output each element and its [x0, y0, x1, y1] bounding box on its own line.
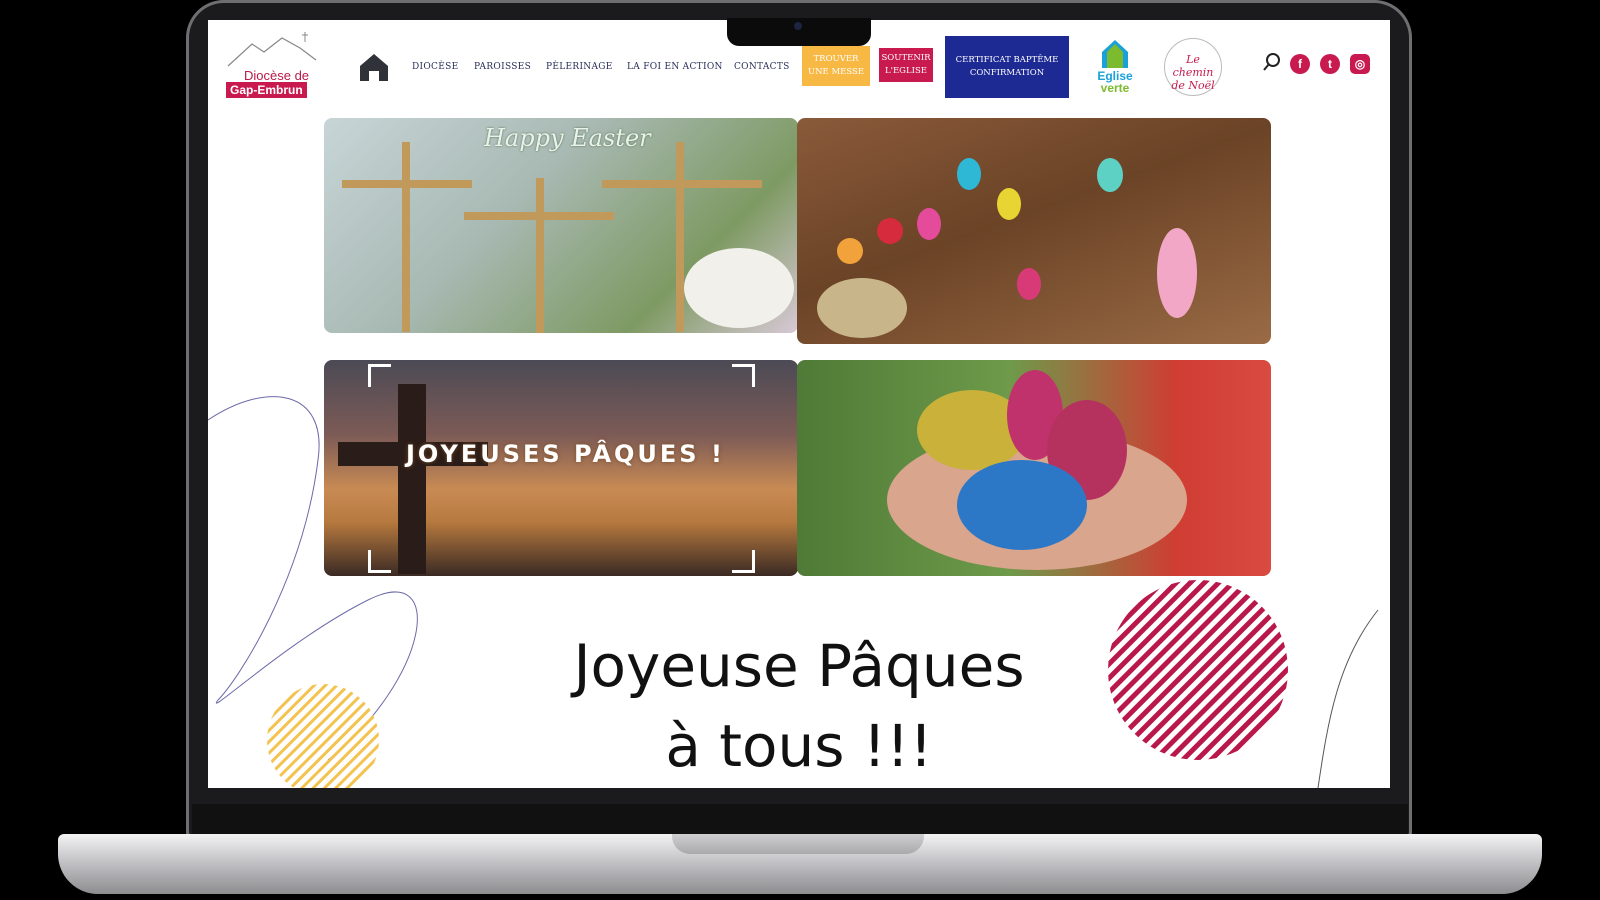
mountain-logo-icon — [227, 32, 317, 67]
chocolate-eggs-image[interactable] — [797, 360, 1271, 576]
logo-line1: Diocèse de — [244, 68, 310, 83]
search-icon[interactable] — [1262, 52, 1282, 72]
church-logo-icon — [1102, 40, 1128, 68]
eglise-verte-logo[interactable]: Eglise verte — [1090, 38, 1140, 98]
logo-line2: Gap-Embrun — [226, 82, 307, 98]
home-icon[interactable] — [358, 52, 390, 82]
verte-text: verte — [1100, 81, 1130, 95]
happy-easter-text: Happy Easter — [484, 124, 651, 152]
certificate-button[interactable]: CERTIFICAT BAPTÊME CONFIRMATION — [945, 36, 1069, 98]
instagram-icon[interactable]: ◎ — [1350, 54, 1370, 74]
nav-diocese[interactable]: DIOCÈSE — [412, 62, 458, 72]
nav-pelerinage[interactable]: PÈLERINAGE — [546, 62, 613, 72]
camera-notch — [727, 18, 871, 46]
joyeuses-paques-image[interactable]: JOYEUSES PÂQUES ! — [324, 360, 798, 576]
support-church-button[interactable]: SOUTENIR L'EGLISE — [879, 48, 933, 82]
page-title-line2: à tous !!! — [665, 712, 933, 780]
noel-logo-text: Le chemin de Noël — [1171, 53, 1215, 92]
happy-easter-image[interactable]: Happy Easter — [324, 118, 798, 333]
joyeuses-paques-text: JOYEUSES PÂQUES ! — [406, 440, 725, 468]
twitter-icon[interactable]: t — [1320, 54, 1340, 74]
nav-paroisses[interactable]: PAROISSES — [474, 62, 531, 72]
nav-la-foi-en-action[interactable]: LA FOI EN ACTION — [627, 62, 723, 72]
page-title-line1: Joyeuse Pâques — [573, 632, 1025, 700]
diocese-logo[interactable]: Diocèse de Gap-Embrun — [226, 30, 318, 100]
camera-icon — [794, 22, 802, 30]
nav-contacts[interactable]: CONTACTS — [734, 62, 790, 72]
facebook-icon[interactable]: f — [1290, 54, 1310, 74]
lamb-shape — [684, 248, 794, 328]
browser-screen: Diocèse de Gap-Embrun DIOCÈSE PAROISSES … — [208, 20, 1390, 788]
find-mass-button[interactable]: TROUVER UNE MESSE — [802, 46, 870, 86]
laptop-bezel — [192, 804, 1408, 834]
chemin-de-noel-logo[interactable]: Le chemin de Noël — [1164, 38, 1222, 96]
easter-eggs-painting-image[interactable] — [797, 118, 1271, 344]
laptop-hinge-notch — [672, 834, 924, 854]
